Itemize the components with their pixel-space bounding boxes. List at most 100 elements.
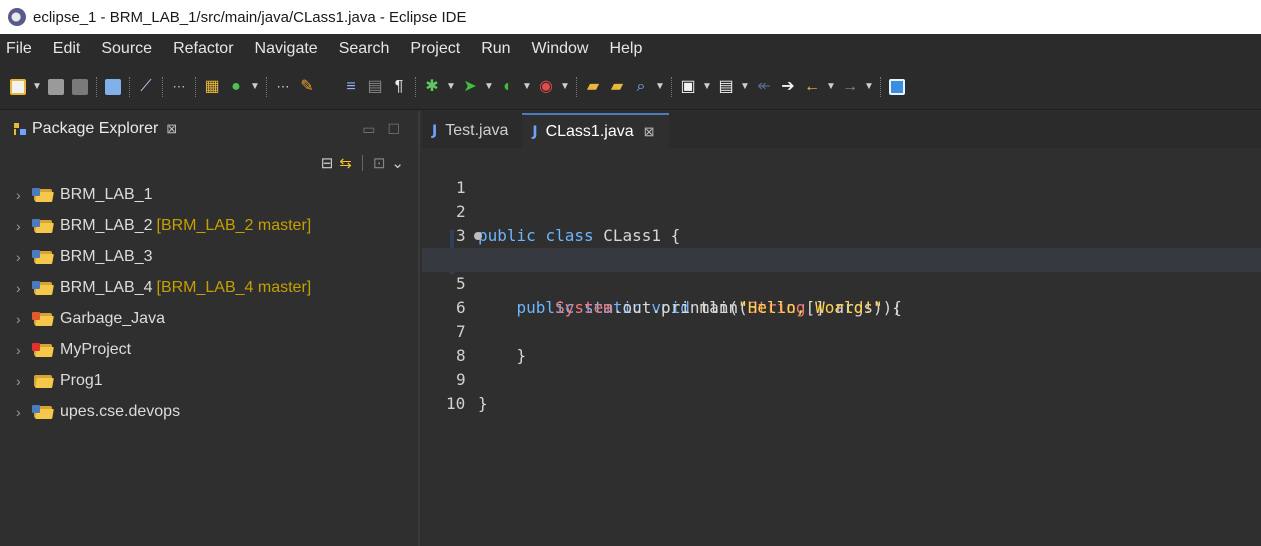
package-explorer-panel: Package Explorer ⊠ ▭ ☐ ⊟ ⇆ ⊡ ⌄ › BRM_LAB…: [0, 111, 420, 546]
focus-icon[interactable]: ⊡: [373, 154, 386, 172]
forward-icon[interactable]: →: [838, 75, 862, 99]
link-with-editor-icon[interactable]: ⇆: [339, 154, 352, 172]
tree-item[interactable]: › BRM_LAB_1: [16, 179, 418, 210]
new-class-icon[interactable]: ●: [224, 75, 248, 99]
project-name: BRM_LAB_3: [60, 247, 153, 265]
back-dropdown-icon[interactable]: ▼: [824, 75, 838, 99]
minimize-icon[interactable]: ▭: [362, 121, 375, 138]
chevron-right-icon[interactable]: ›: [16, 373, 32, 389]
chevron-right-icon[interactable]: ›: [16, 187, 32, 203]
package-explorer-title: Package Explorer: [32, 120, 159, 137]
error-project-folder-icon: [32, 342, 54, 358]
skip-breakpoints-icon[interactable]: ⟋: [134, 75, 158, 99]
menu-window[interactable]: Window: [526, 40, 604, 58]
menu-help[interactable]: Help: [603, 40, 657, 58]
project-folder-icon: [32, 311, 54, 327]
collapse-all-icon[interactable]: ⊟: [321, 154, 334, 172]
task-icon[interactable]: ▤: [714, 75, 738, 99]
debug-icon[interactable]: ✱: [420, 75, 444, 99]
close-tab-icon[interactable]: ⊠: [644, 124, 655, 140]
chevron-right-icon[interactable]: ›: [16, 404, 32, 420]
back-icon[interactable]: ←: [800, 75, 824, 99]
perspective-icon[interactable]: [885, 75, 909, 99]
menu-navigate[interactable]: Navigate: [249, 40, 333, 58]
tab-class1-java[interactable]: J CLass1.java ⊠: [522, 113, 669, 148]
toolbar-separator: [671, 76, 672, 97]
window-titlebar: eclipse_1 - BRM_LAB_1/src/main/java/CLas…: [0, 0, 1261, 34]
task-dropdown-icon[interactable]: ▼: [738, 75, 752, 99]
show-whitespace-icon[interactable]: ¶: [387, 75, 411, 99]
coverage-icon[interactable]: ◐: [496, 75, 520, 99]
block-selection-icon[interactable]: ▤: [363, 75, 387, 99]
tree-item[interactable]: › BRM_LAB_4 [BRM_LAB_4 master]: [16, 272, 418, 303]
run-dropdown-icon[interactable]: ▼: [482, 75, 496, 99]
line-number: 10: [446, 394, 466, 413]
maximize-icon[interactable]: ☐: [387, 121, 400, 138]
tree-item[interactable]: › Garbage_Java: [16, 303, 418, 334]
save-icon[interactable]: [44, 75, 68, 99]
tree-item[interactable]: › BRM_LAB_2 [BRM_LAB_2 master]: [16, 210, 418, 241]
annotation-dropdown-icon[interactable]: ▼: [700, 75, 714, 99]
annotation-icon[interactable]: ▣: [676, 75, 700, 99]
tree-item[interactable]: › BRM_LAB_3: [16, 241, 418, 272]
coverage-dropdown-icon[interactable]: ▼: [520, 75, 534, 99]
tab-label: Test.java: [445, 121, 509, 139]
chevron-right-icon[interactable]: ›: [16, 249, 32, 265]
new-class-dropdown-icon[interactable]: ▼: [248, 75, 262, 99]
close-view-icon[interactable]: ⊠: [166, 121, 177, 137]
new-java-project-icon[interactable]: ▦: [200, 75, 224, 99]
fold-toggle-icon[interactable]: [474, 232, 482, 240]
code-line: 7 }: [422, 296, 1261, 365]
word-wrap-icon[interactable]: ≡: [339, 75, 363, 99]
last-edit-icon[interactable]: ↞: [752, 75, 776, 99]
git-branch-label: [BRM_LAB_4 master]: [156, 278, 312, 296]
debug-dropdown-icon[interactable]: ▼: [444, 75, 458, 99]
code-text-area[interactable]: 1 2 public class CLass1 { 3 4 public sta…: [422, 148, 1261, 546]
open-project-icon[interactable]: ▰: [605, 75, 629, 99]
open-folder-icon[interactable]: ▰: [581, 75, 605, 99]
code-line: 10: [422, 368, 1261, 413]
external-tools-dropdown-icon[interactable]: ▼: [558, 75, 572, 99]
forward-dropdown-icon[interactable]: ▼: [862, 75, 876, 99]
chevron-right-icon[interactable]: ›: [16, 342, 32, 358]
view-menu-icon[interactable]: ⌄: [391, 154, 404, 172]
tab-test-java[interactable]: J Test.java: [422, 113, 522, 148]
search-dropdown-icon[interactable]: ▼: [653, 75, 667, 99]
tree-item[interactable]: › Prog1: [16, 365, 418, 396]
toolbar-separator: [576, 76, 577, 97]
highlight-icon[interactable]: ✎: [295, 75, 319, 99]
chevron-right-icon[interactable]: ›: [16, 311, 32, 327]
chevron-right-icon[interactable]: ›: [16, 280, 32, 296]
tree-item[interactable]: › MyProject: [16, 334, 418, 365]
open-type-icon[interactable]: ⋯: [271, 75, 295, 99]
project-folder-icon: [32, 249, 54, 265]
project-name: MyProject: [60, 340, 132, 358]
terminal-icon[interactable]: [101, 75, 125, 99]
tree-item[interactable]: › upes.cse.devops: [16, 396, 418, 427]
git-project-folder-icon: [32, 218, 54, 234]
menu-run[interactable]: Run: [475, 40, 525, 58]
toolbar-separator: [266, 76, 267, 97]
window-title: eclipse_1 - BRM_LAB_1/src/main/java/CLas…: [33, 8, 467, 26]
menu-project[interactable]: Project: [404, 40, 475, 58]
package-explorer-tab[interactable]: Package Explorer ⊠ ▭ ☐: [0, 111, 418, 147]
run-icon[interactable]: ➤: [458, 75, 482, 99]
menu-file[interactable]: File: [2, 40, 47, 58]
external-tools-icon[interactable]: ◉: [534, 75, 558, 99]
project-folder-icon: [32, 187, 54, 203]
new-icon[interactable]: [6, 75, 30, 99]
new-dropdown-icon[interactable]: ▼: [30, 75, 44, 99]
menu-refactor[interactable]: Refactor: [167, 40, 248, 58]
eclipse-logo-icon: [8, 8, 26, 26]
menu-source[interactable]: Source: [95, 40, 167, 58]
menu-edit[interactable]: Edit: [47, 40, 96, 58]
save-all-icon[interactable]: [68, 75, 92, 99]
project-name: upes.cse.devops: [60, 402, 181, 420]
menu-search[interactable]: Search: [333, 40, 405, 58]
menu-bar: File Edit Source Refactor Navigate Searc…: [0, 34, 1261, 64]
project-tree: › BRM_LAB_1 › BRM_LAB_2 [BRM_LAB_2 maste…: [0, 179, 418, 427]
search-icon[interactable]: ⌕: [629, 75, 653, 99]
link-icon[interactable]: ⋯: [167, 75, 191, 99]
next-annotation-icon[interactable]: ➔: [776, 75, 800, 99]
chevron-right-icon[interactable]: ›: [16, 218, 32, 234]
